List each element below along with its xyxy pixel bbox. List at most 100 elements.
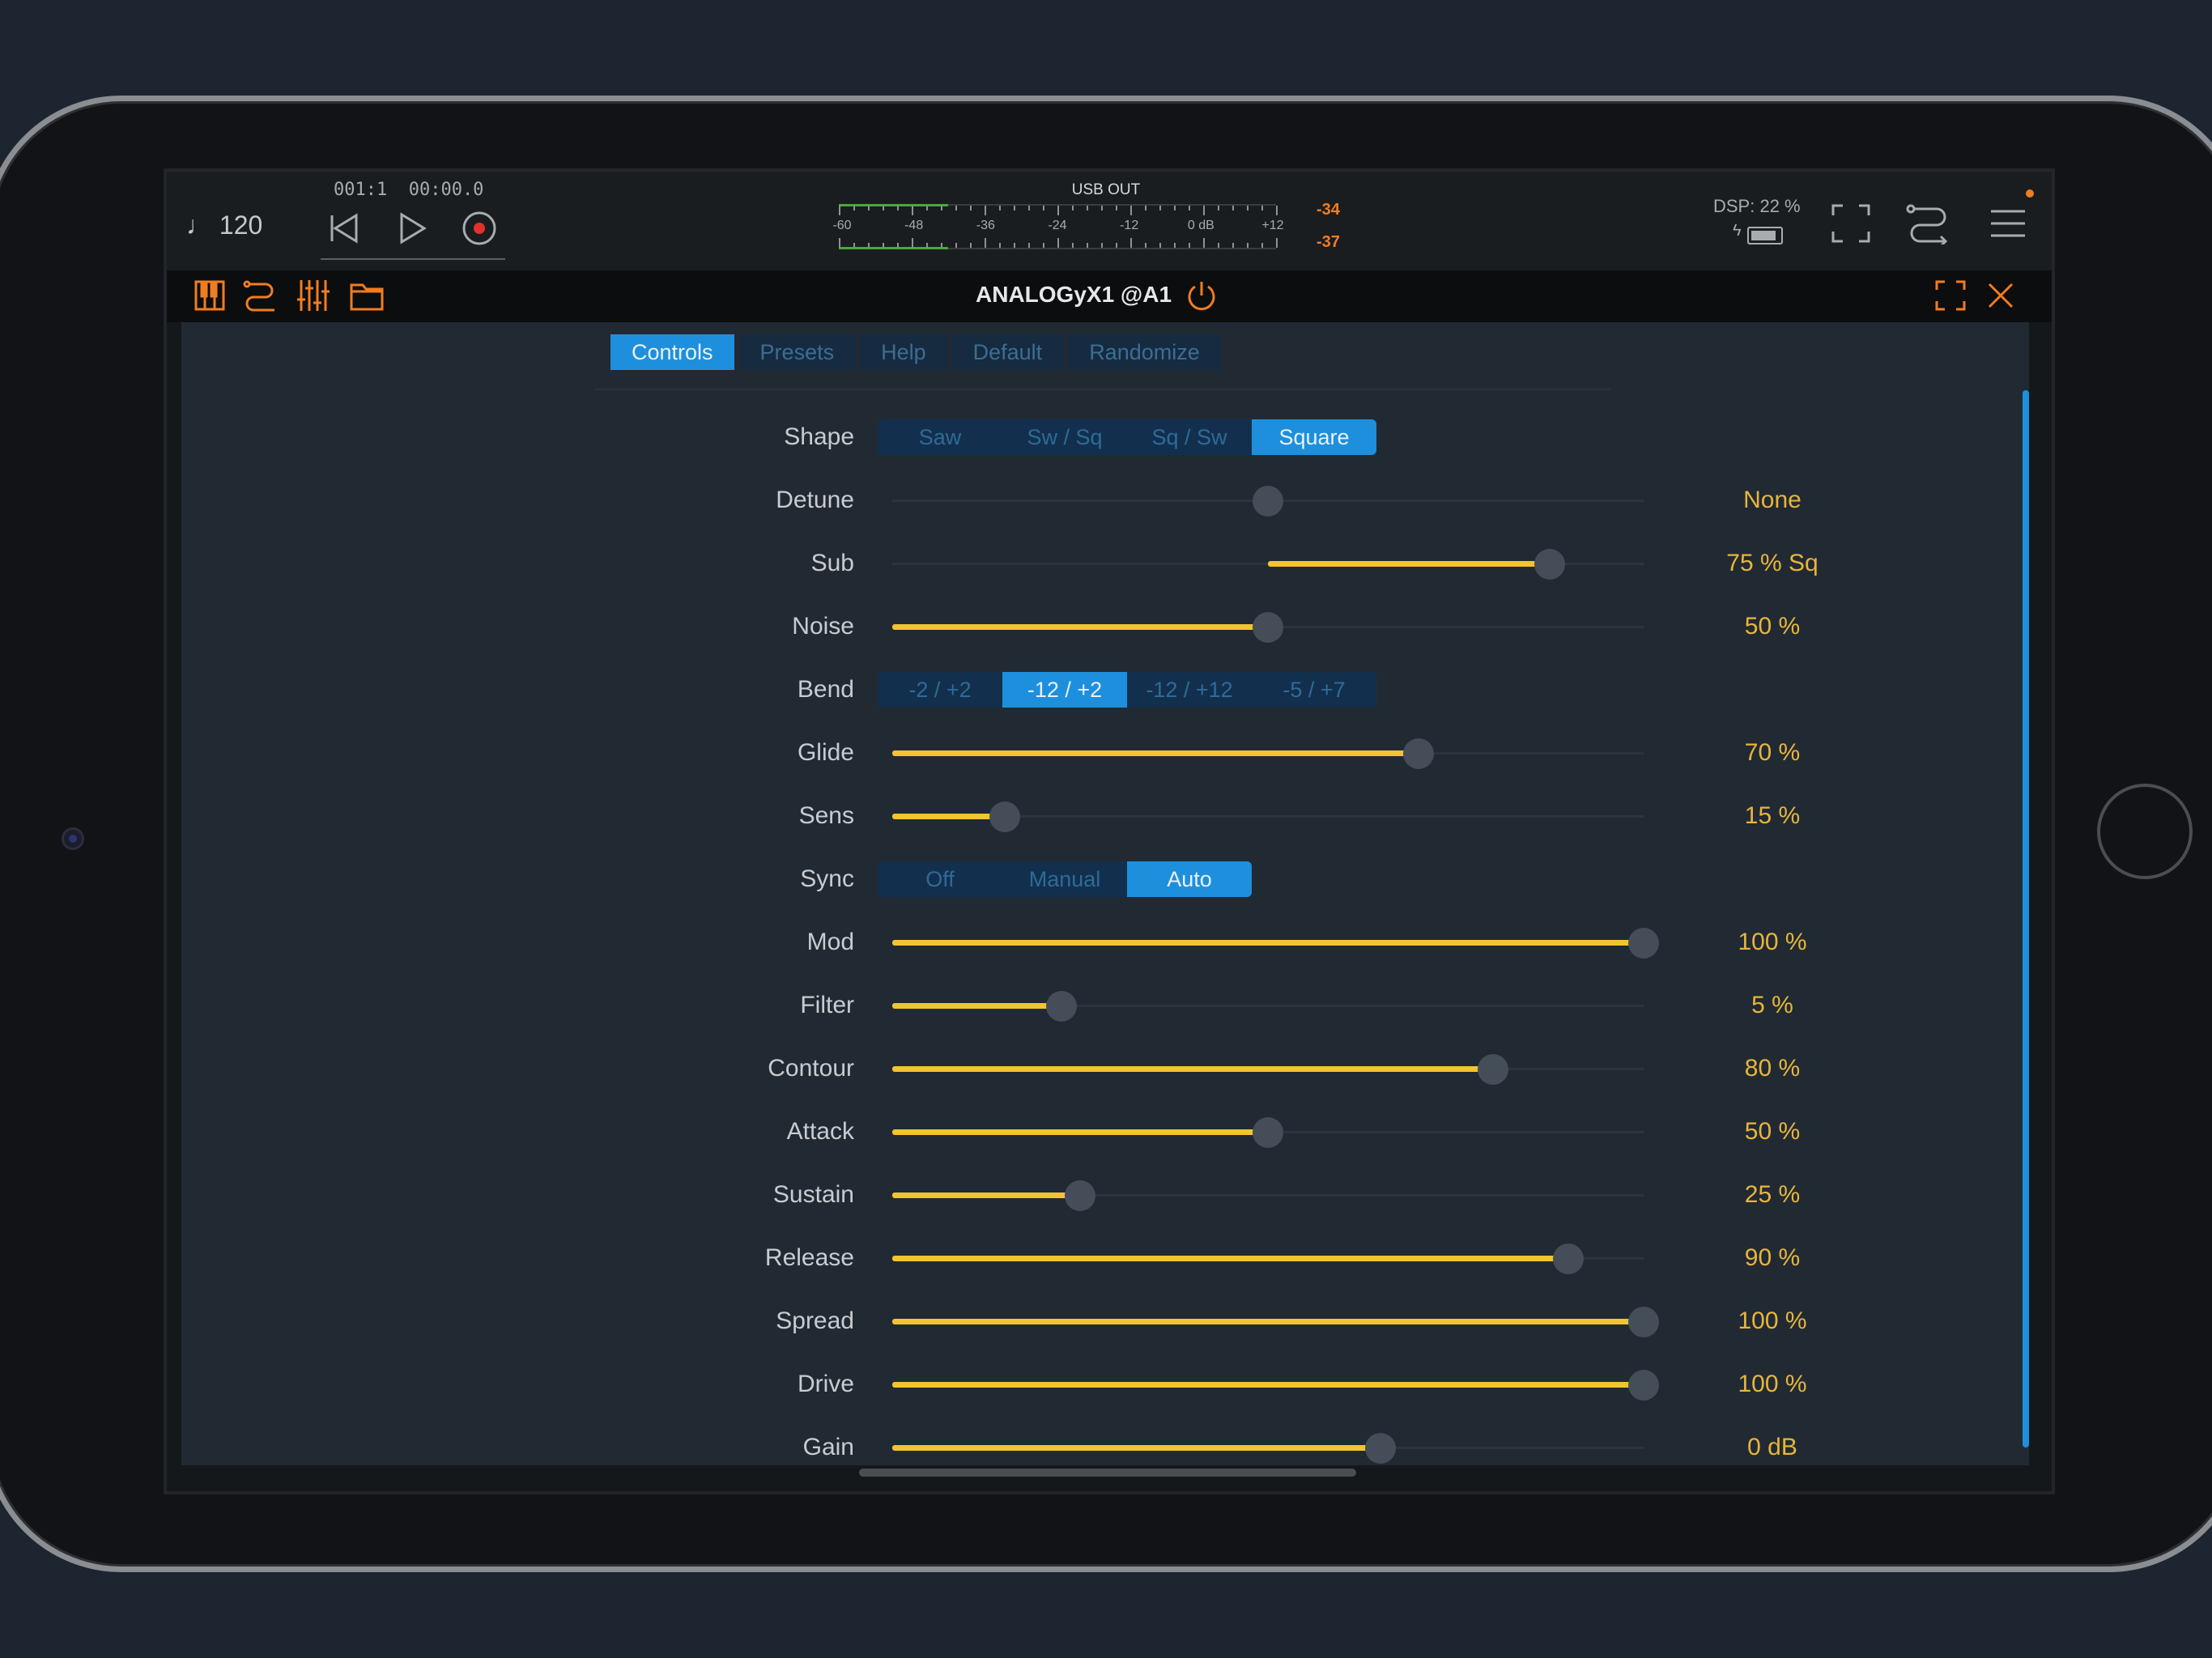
routing-icon[interactable] <box>1904 199 1953 248</box>
slider-knob[interactable] <box>1402 738 1434 769</box>
meter-tick-mark <box>1218 206 1219 210</box>
tab-help[interactable]: Help <box>860 334 947 370</box>
meter-tick-mark <box>1145 206 1146 210</box>
expand-icon[interactable] <box>1930 275 1971 316</box>
tab-divider <box>594 389 1610 390</box>
meter-tick-mark <box>1247 206 1249 210</box>
sync-selector: Off Manual Auto <box>878 861 1252 897</box>
slider-knob[interactable] <box>1365 1433 1397 1464</box>
meter-tick-mark <box>1218 243 1219 248</box>
bend-option[interactable]: -12 / +2 <box>1002 672 1127 708</box>
slider-knob[interactable] <box>989 801 1021 832</box>
shape-option[interactable]: Sq / Sw <box>1127 419 1252 455</box>
shape-row: Shape Saw Sw / Sq Sq / Sw Square <box>449 411 1825 463</box>
slider-knob[interactable] <box>1253 1117 1283 1148</box>
sustain-value: 25 % <box>1744 1181 1801 1208</box>
meter-tick-mark <box>1232 206 1234 210</box>
attack-slider[interactable] <box>892 1117 1644 1148</box>
slider-knob[interactable] <box>1253 486 1283 517</box>
sync-row: Sync Off Manual Auto <box>449 853 1825 905</box>
mixer-icon[interactable] <box>293 275 334 316</box>
transport-bar: ♩ 120 001:1 00:00.0 USB OUT -60 -48 -36 -24… <box>167 172 2052 270</box>
randomize-button[interactable]: Randomize <box>1068 334 1221 370</box>
sub-row: Sub 75 % Sq <box>449 538 1825 589</box>
meter-tick-mark <box>1174 243 1176 248</box>
spread-slider[interactable] <box>892 1307 1659 1337</box>
tab-presets[interactable]: Presets <box>738 334 856 370</box>
filter-value: 5 % <box>1751 992 1793 1018</box>
meter-tick-mark <box>883 243 884 248</box>
mod-slider[interactable] <box>892 928 1659 959</box>
meter-tick-mark <box>1232 243 1234 248</box>
shape-option[interactable]: Sw / Sq <box>1002 419 1127 455</box>
shape-option[interactable]: Square <box>1252 419 1376 455</box>
contour-value: 80 % <box>1744 1055 1801 1082</box>
shape-selector: Saw Sw / Sq Sq / Sw Square <box>878 419 1376 455</box>
meter-tick-mark <box>985 238 986 248</box>
slider-knob[interactable] <box>1628 1307 1659 1337</box>
release-slider[interactable] <box>892 1244 1644 1274</box>
fullscreen-icon[interactable] <box>1827 199 1875 248</box>
tempo-display[interactable]: ♩ 120 <box>186 210 262 240</box>
slider-knob[interactable] <box>1553 1244 1585 1274</box>
sustain-slider[interactable] <box>892 1180 1644 1211</box>
home-indicator[interactable] <box>859 1469 1356 1477</box>
sens-slider[interactable] <box>892 801 1644 832</box>
bend-label: Bend <box>797 676 854 703</box>
bend-option[interactable]: -12 / +12 <box>1127 672 1252 708</box>
meter-tick-mark <box>1261 206 1263 210</box>
bend-option[interactable]: -2 / +2 <box>878 672 1002 708</box>
meter-fill-left <box>839 204 948 206</box>
slider-knob[interactable] <box>1253 612 1283 643</box>
meter-tick-mark <box>1014 243 1015 248</box>
plugin-panel: Controls Presets Help Default Randomize … <box>181 322 2029 1465</box>
contour-slider[interactable] <box>892 1054 1644 1085</box>
bend-option[interactable]: -5 / +7 <box>1252 672 1376 708</box>
sync-option[interactable]: Auto <box>1127 861 1252 897</box>
scrollbar[interactable] <box>2023 390 2029 1448</box>
meter-tick-mark <box>1189 206 1190 210</box>
home-button[interactable] <box>2097 784 2193 879</box>
meter-tick-mark <box>1087 243 1088 248</box>
power-icon[interactable] <box>1181 275 1222 316</box>
sub-slider[interactable] <box>892 549 1644 580</box>
slider-knob[interactable] <box>1628 1370 1659 1401</box>
slider-knob[interactable] <box>1045 991 1077 1022</box>
slider-knob[interactable] <box>1534 549 1565 580</box>
menu-icon[interactable] <box>1984 199 2032 248</box>
noise-slider[interactable] <box>892 612 1644 643</box>
slider-knob[interactable] <box>1478 1054 1509 1085</box>
filter-slider[interactable] <box>892 991 1644 1022</box>
gain-slider[interactable] <box>892 1433 1644 1464</box>
tab-controls[interactable]: Controls <box>610 334 734 370</box>
spread-value: 100 % <box>1738 1307 1807 1334</box>
sync-label: Sync <box>800 865 854 892</box>
close-icon[interactable] <box>1980 275 2021 316</box>
sync-option[interactable]: Manual <box>1002 861 1127 897</box>
record-icon[interactable] <box>457 206 502 251</box>
keyboard-icon[interactable] <box>189 275 230 316</box>
skip-back-icon[interactable] <box>321 206 366 251</box>
detune-slider[interactable] <box>892 486 1644 517</box>
contour-row: Contour 80 % <box>449 1043 1825 1095</box>
meter-tick-mark <box>1087 206 1088 210</box>
attack-value: 50 % <box>1744 1118 1801 1145</box>
sens-row: Sens 15 % <box>449 790 1825 842</box>
routing-icon[interactable] <box>240 275 280 316</box>
drive-slider[interactable] <box>892 1370 1659 1401</box>
folder-icon[interactable] <box>347 275 387 316</box>
slider-knob[interactable] <box>1628 928 1659 959</box>
glide-slider[interactable] <box>892 738 1644 769</box>
shape-option[interactable]: Saw <box>878 419 1002 455</box>
meter-tick-mark <box>1043 206 1044 210</box>
peak-left: -34 <box>1317 201 1340 219</box>
sync-option[interactable]: Off <box>878 861 1002 897</box>
meter-tick-mark <box>955 243 957 248</box>
meter-tick-label: +12 <box>1261 219 1284 232</box>
meter-tick-mark <box>1028 243 1030 248</box>
play-icon[interactable] <box>389 206 434 251</box>
slider-knob[interactable] <box>1065 1180 1095 1211</box>
meter-tick-mark <box>1072 243 1074 248</box>
status-dot <box>2026 189 2034 198</box>
default-button[interactable]: Default <box>951 334 1064 370</box>
